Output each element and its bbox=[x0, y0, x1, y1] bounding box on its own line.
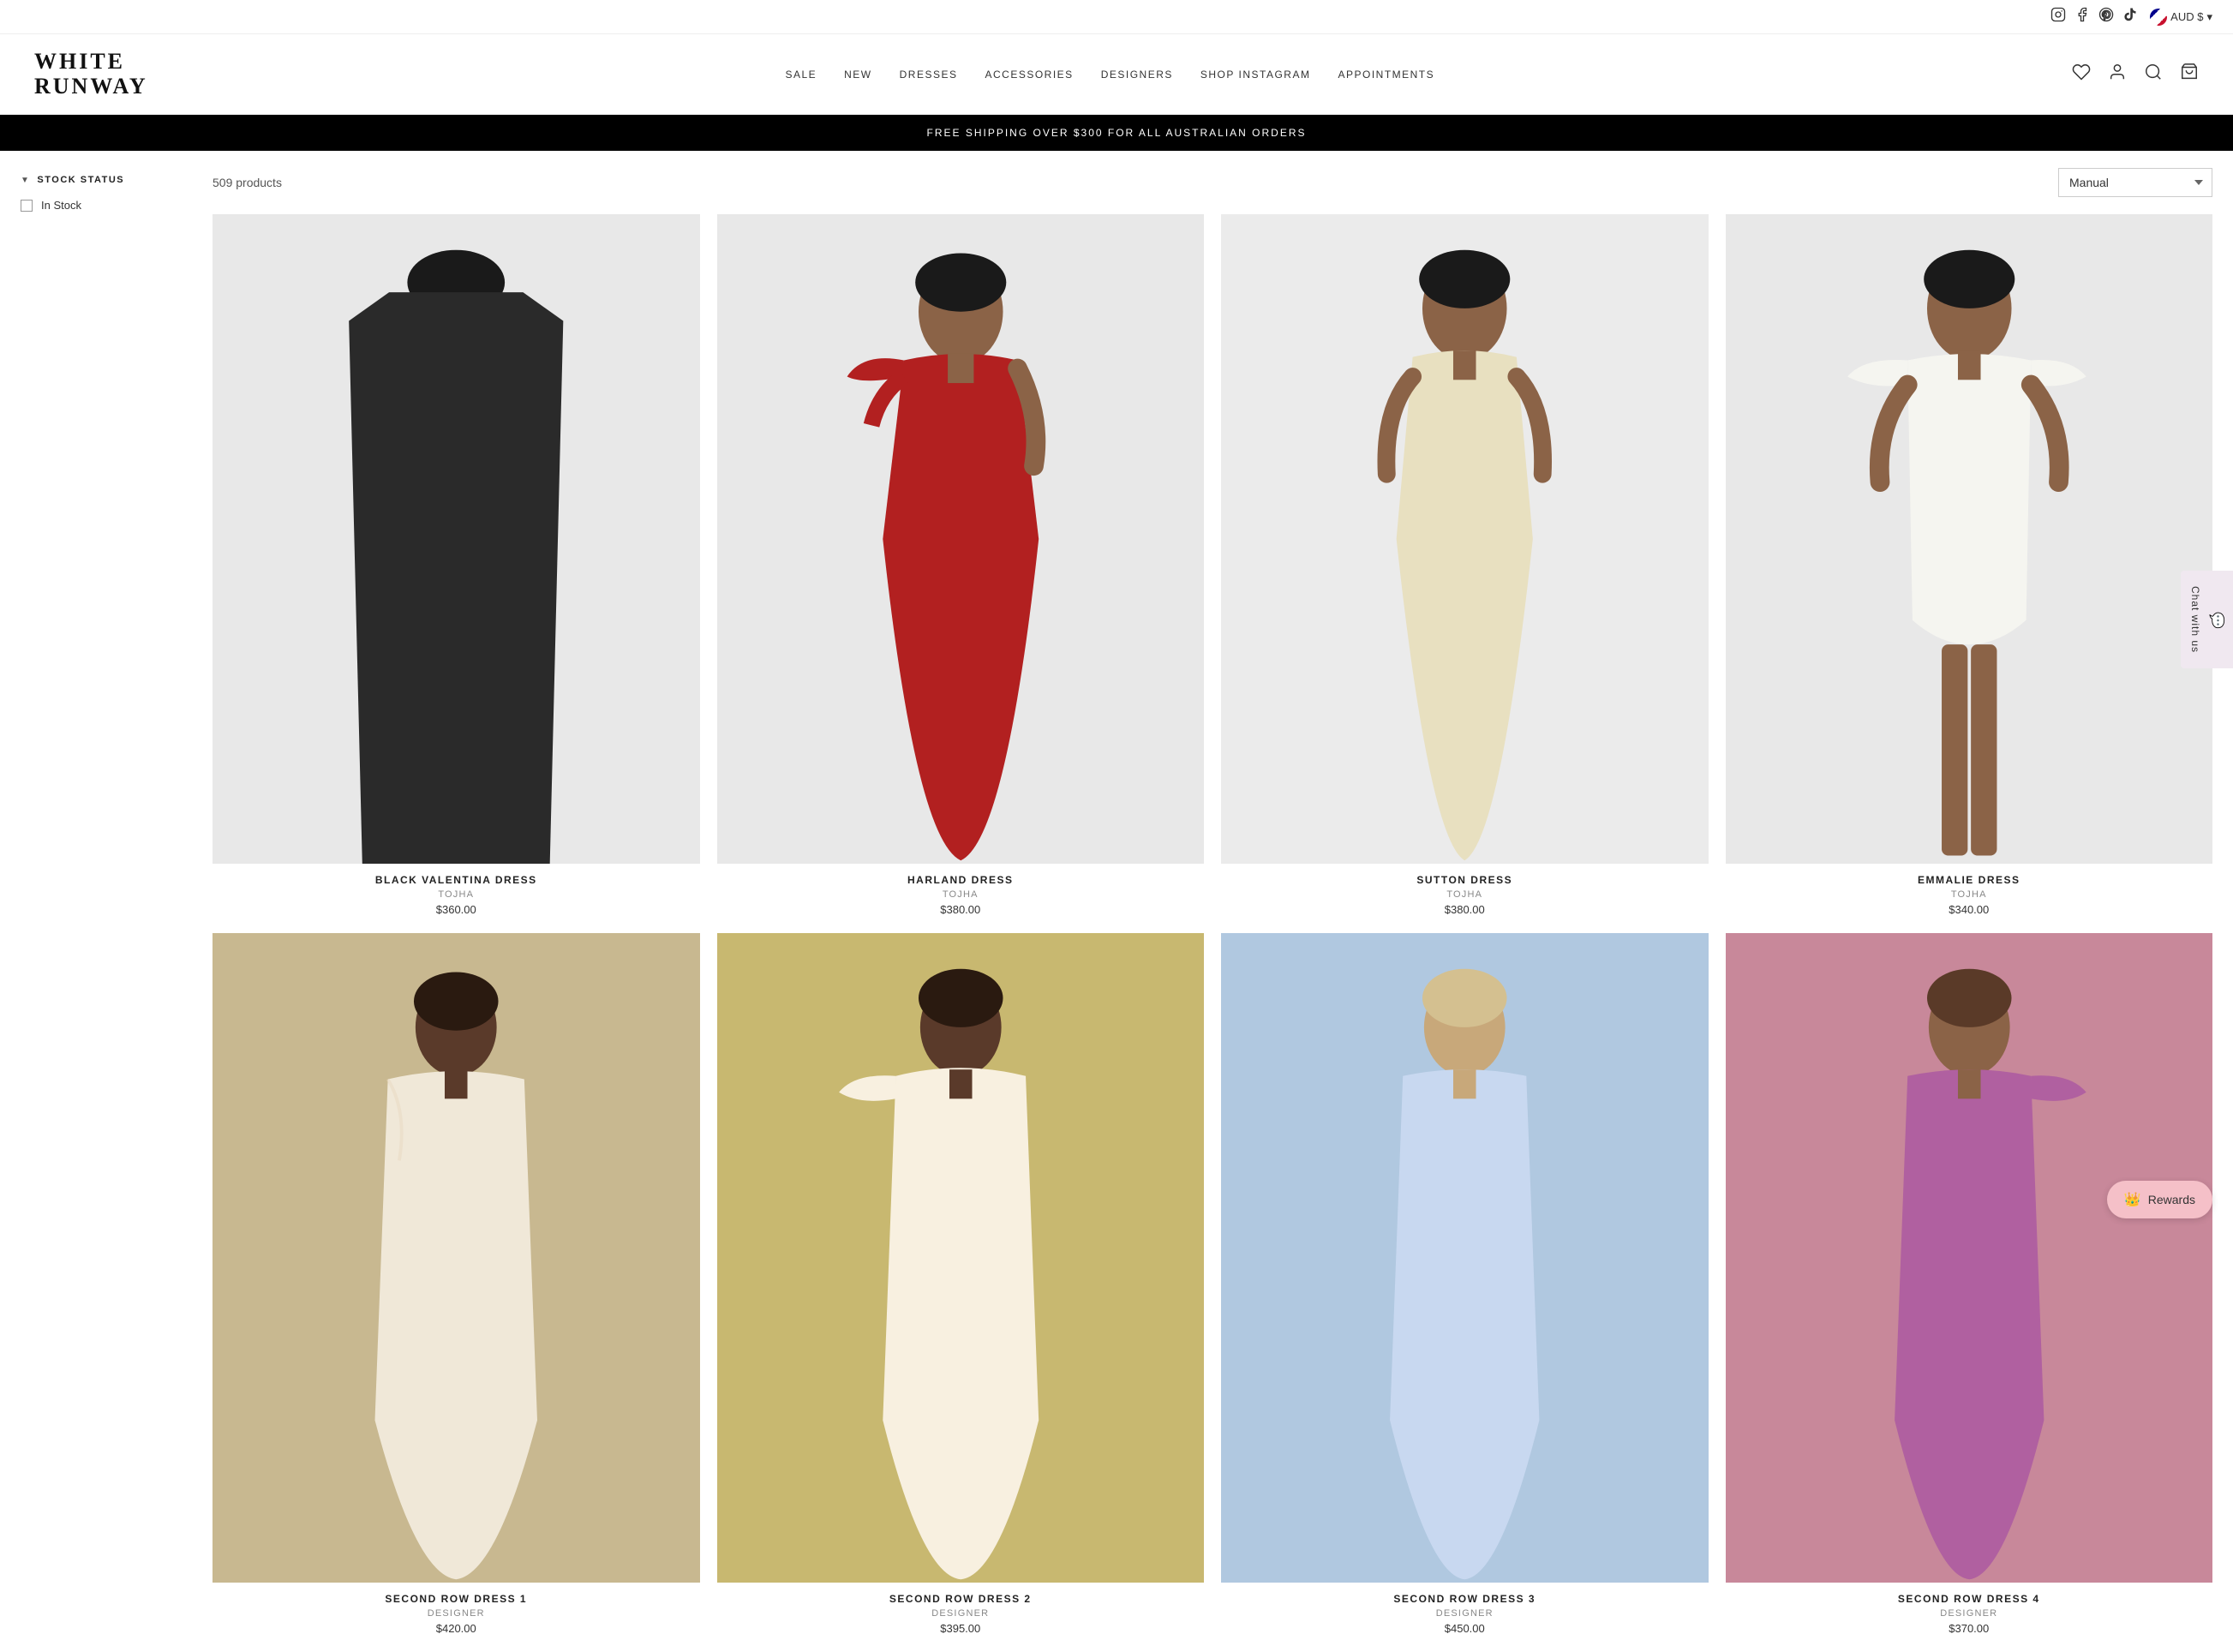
cart-icon[interactable] bbox=[2180, 63, 2199, 86]
product-price: $395.00 bbox=[717, 1622, 1205, 1635]
in-stock-checkbox[interactable] bbox=[21, 200, 33, 212]
product-price: $380.00 bbox=[717, 903, 1205, 916]
social-icons bbox=[2050, 7, 2138, 27]
product-card[interactable]: BLACK VALENTINA DRESS TOJHA $360.00 bbox=[213, 214, 700, 916]
header-actions bbox=[2072, 63, 2199, 86]
product-brand: TOJHA bbox=[1726, 889, 2213, 900]
rewards-button[interactable]: 👑 Rewards bbox=[2107, 1181, 2212, 1218]
product-brand: DESIGNER bbox=[213, 1608, 700, 1619]
nav-item-new[interactable]: NEW bbox=[844, 69, 872, 81]
currency-selector[interactable]: AUD $ ▾ bbox=[2150, 9, 2212, 26]
wishlist-icon[interactable] bbox=[2072, 63, 2091, 86]
nav-item-accessories[interactable]: ACCESSORIES bbox=[985, 69, 1074, 81]
main-nav: SALE NEW DRESSES ACCESSORIES DESIGNERS S… bbox=[785, 69, 1434, 81]
product-image-2 bbox=[717, 214, 1205, 864]
product-brand: DESIGNER bbox=[1726, 1608, 2213, 1619]
nav-item-shop-instagram[interactable]: SHOP INSTAGRAM bbox=[1200, 69, 1311, 81]
dress-image-lace bbox=[213, 933, 700, 1583]
flag-icon bbox=[2150, 9, 2167, 26]
sidebar: ▼ STOCK STATUS In Stock bbox=[21, 168, 192, 1635]
product-name: EMMALIE DRESS bbox=[1726, 874, 2213, 886]
product-card[interactable]: HARLAND DRESS TOJHA $380.00 bbox=[717, 214, 1205, 916]
product-image-8 bbox=[1726, 933, 2213, 1583]
announcement-bar: FREE SHIPPING OVER $300 FOR ALL AUSTRALI… bbox=[0, 115, 2233, 151]
product-image-7 bbox=[1221, 933, 1709, 1583]
sort-wrapper: Manual Price: Low to High Price: High to… bbox=[2058, 168, 2212, 197]
product-name: SECOND ROW DRESS 2 bbox=[717, 1593, 1205, 1605]
product-price: $450.00 bbox=[1221, 1622, 1709, 1635]
product-card[interactable]: SECOND ROW DRESS 4 DESIGNER $370.00 bbox=[1726, 933, 2213, 1635]
rewards-label: Rewards bbox=[2148, 1193, 2195, 1206]
product-card[interactable]: SECOND ROW DRESS 2 DESIGNER $395.00 bbox=[717, 933, 1205, 1635]
product-image-6 bbox=[717, 933, 1205, 1583]
product-brand: DESIGNER bbox=[1221, 1608, 1709, 1619]
nav-item-designers[interactable]: DESIGNERS bbox=[1101, 69, 1173, 81]
dress-image-offwhite bbox=[717, 933, 1205, 1583]
product-brand: TOJHA bbox=[1221, 889, 1709, 900]
product-price: $370.00 bbox=[1726, 1622, 2213, 1635]
product-brand: TOJHA bbox=[717, 889, 1205, 900]
filter-option-in-stock[interactable]: In Stock bbox=[21, 199, 192, 212]
crown-icon: 👑 bbox=[2124, 1191, 2141, 1208]
product-card[interactable]: SECOND ROW DRESS 3 DESIGNER $450.00 bbox=[1221, 933, 1709, 1635]
product-name: SECOND ROW DRESS 1 bbox=[213, 1593, 700, 1605]
main-content: ▼ STOCK STATUS In Stock 509 products Man… bbox=[0, 151, 2233, 1652]
product-name: BLACK VALENTINA DRESS bbox=[213, 874, 700, 886]
instagram-icon[interactable] bbox=[2050, 7, 2066, 27]
dress-image-red bbox=[717, 214, 1205, 864]
search-icon[interactable] bbox=[2144, 63, 2163, 86]
filter-stock-status[interactable]: ▼ STOCK STATUS bbox=[21, 175, 192, 185]
currency-dropdown-icon: ▾ bbox=[2206, 10, 2212, 24]
filter-title-label: STOCK STATUS bbox=[37, 175, 124, 185]
logo-line2: RUNWAY bbox=[34, 75, 148, 99]
logo-line1: WHITE bbox=[34, 50, 148, 75]
pinterest-icon[interactable] bbox=[2098, 7, 2114, 27]
product-name: SUTTON DRESS bbox=[1221, 874, 1709, 886]
product-name: SECOND ROW DRESS 4 bbox=[1726, 1593, 2213, 1605]
nav-item-sale[interactable]: SALE bbox=[785, 69, 817, 81]
product-image-4 bbox=[1726, 214, 2213, 864]
product-brand: DESIGNER bbox=[717, 1608, 1205, 1619]
product-card[interactable]: SUTTON DRESS TOJHA $380.00 bbox=[1221, 214, 1709, 916]
dress-image-cream bbox=[1221, 214, 1709, 864]
in-stock-label: In Stock bbox=[41, 199, 81, 212]
product-price: $420.00 bbox=[213, 1622, 700, 1635]
chat-icon: 💬 bbox=[2207, 612, 2225, 628]
product-price: $380.00 bbox=[1221, 903, 1709, 916]
products-area: 509 products Manual Price: Low to High P… bbox=[213, 168, 2212, 1635]
product-card[interactable]: EMMALIE DRESS TOJHA $340.00 bbox=[1726, 214, 2213, 916]
account-icon[interactable] bbox=[2108, 63, 2127, 86]
chat-label: Chat with us bbox=[2189, 586, 2201, 653]
product-grid: BLACK VALENTINA DRESS TOJHA $360.00 bbox=[213, 214, 2212, 1635]
product-name: HARLAND DRESS bbox=[717, 874, 1205, 886]
top-bar: AUD $ ▾ bbox=[0, 0, 2233, 34]
product-brand: TOJHA bbox=[213, 889, 700, 900]
product-price: $340.00 bbox=[1726, 903, 2213, 916]
dress-image-white bbox=[1726, 214, 2213, 864]
site-header: WHITE RUNWAY SALE NEW DRESSES ACCESSORIE… bbox=[0, 34, 2233, 115]
announcement-text: FREE SHIPPING OVER $300 FOR ALL AUSTRALI… bbox=[927, 127, 1307, 139]
site-logo[interactable]: WHITE RUNWAY bbox=[34, 50, 148, 99]
sort-select[interactable]: Manual Price: Low to High Price: High to… bbox=[2058, 168, 2212, 197]
dress-image-blue bbox=[1221, 933, 1709, 1583]
currency-label: AUD $ bbox=[2170, 10, 2203, 23]
product-count: 509 products bbox=[213, 176, 282, 189]
product-price: $360.00 bbox=[213, 903, 700, 916]
product-name: SECOND ROW DRESS 3 bbox=[1221, 1593, 1709, 1605]
chat-widget[interactable]: 💬 Chat with us bbox=[2181, 571, 2233, 668]
filter-arrow-icon: ▼ bbox=[21, 176, 30, 185]
tiktok-icon[interactable] bbox=[2122, 7, 2138, 27]
dress-image-magenta bbox=[1726, 933, 2213, 1583]
product-image-3 bbox=[1221, 214, 1709, 864]
facebook-icon[interactable] bbox=[2074, 7, 2090, 27]
nav-item-appointments[interactable]: APPOINTMENTS bbox=[1338, 69, 1434, 81]
nav-item-dresses[interactable]: DRESSES bbox=[900, 69, 958, 81]
products-header: 509 products Manual Price: Low to High P… bbox=[213, 168, 2212, 197]
dress-image-black bbox=[213, 214, 700, 864]
product-image-1 bbox=[213, 214, 700, 864]
product-image-5 bbox=[213, 933, 700, 1583]
product-card[interactable]: SECOND ROW DRESS 1 DESIGNER $420.00 bbox=[213, 933, 700, 1635]
